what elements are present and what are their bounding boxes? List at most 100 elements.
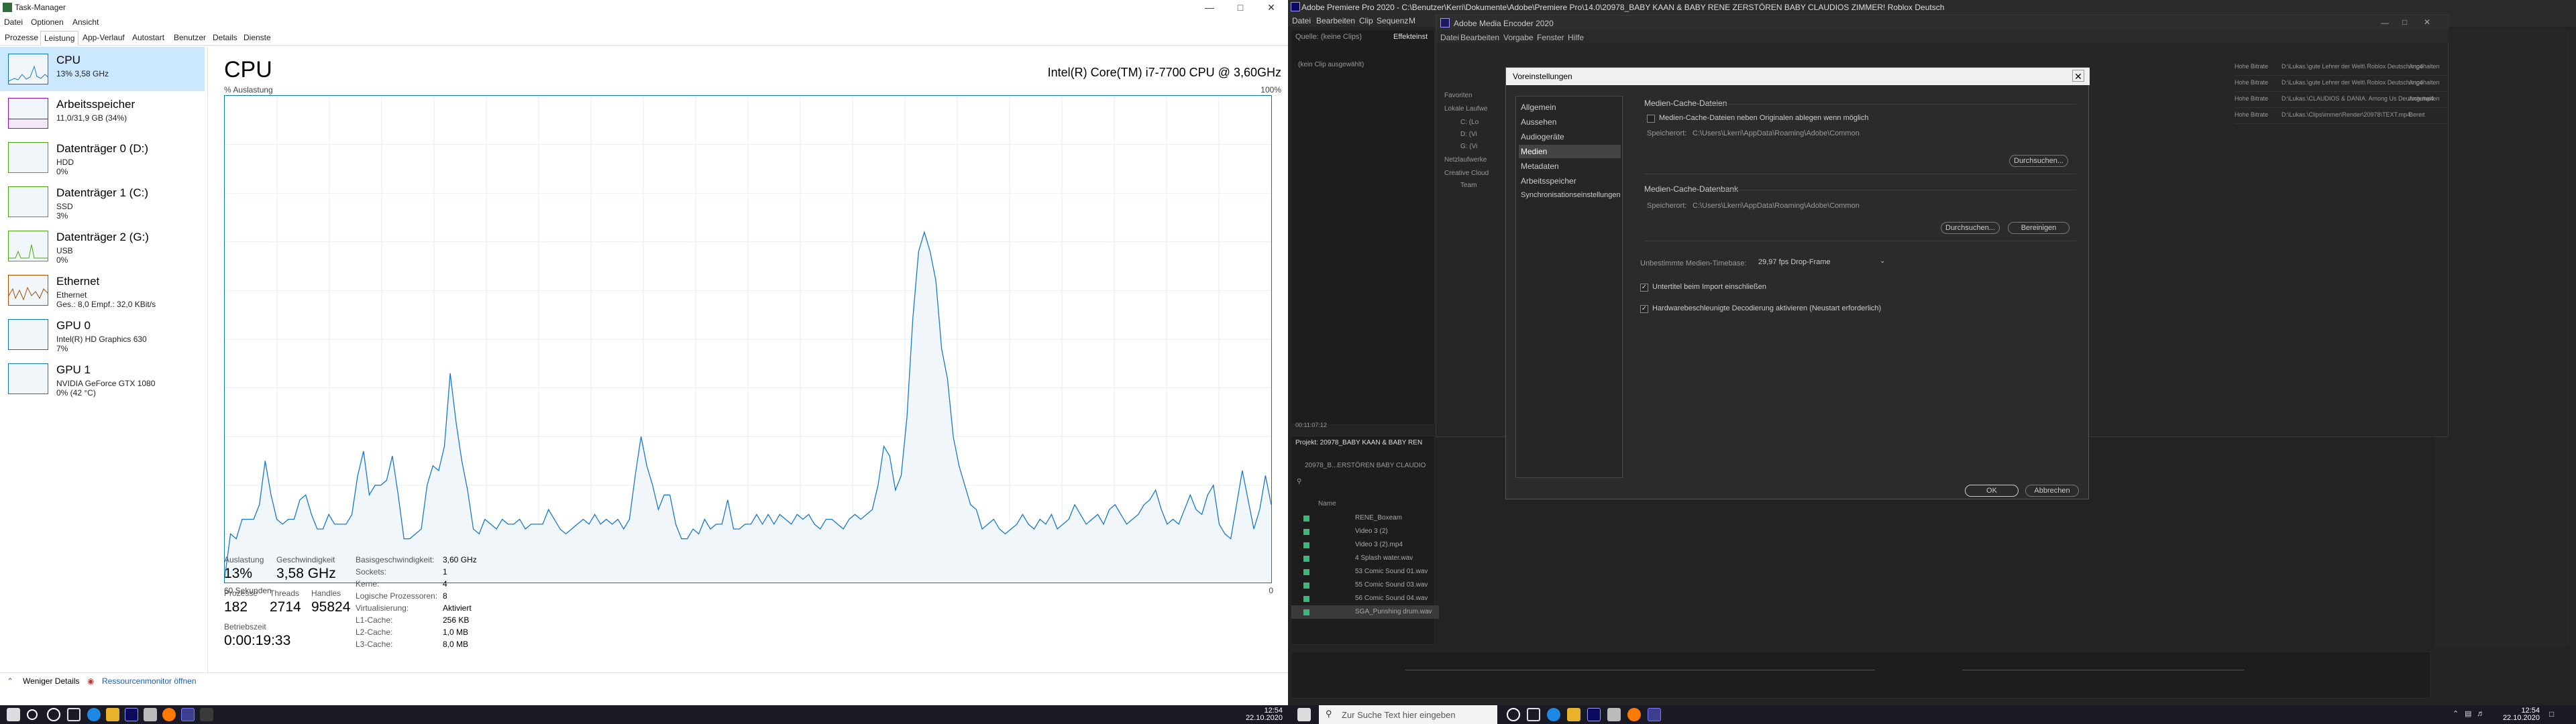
premiere-icon[interactable] [1587,708,1601,721]
cortana-icon[interactable] [1507,708,1520,721]
firefox-icon[interactable] [162,708,176,721]
sidebar-item-ethernet[interactable]: Ethernet Ethernet Ges.: 8,0 Empf.: 32,0 … [0,268,205,312]
queue-row[interactable]: Hohe Bitrate D:\Lukas.\gute Lehrer der W… [2235,60,2449,76]
source-tab[interactable]: Quelle: (keine Clips) [1295,33,1362,41]
nav-metadaten[interactable]: Metadaten [1519,160,1621,173]
start-icon[interactable] [1297,708,1311,721]
less-details-link[interactable]: Weniger Details [23,676,79,686]
explorer-icon[interactable] [106,708,119,721]
app-icon[interactable] [1607,708,1621,721]
close-icon[interactable]: ✕ [2072,70,2084,82]
sidebar-item-disk-1[interactable]: Datenträger 1 (C:) SSD 3% [0,180,205,224]
list-item[interactable]: SGA_Punshing drum.wav [1291,605,1439,619]
premiere-icon[interactable] [125,708,138,721]
list-item[interactable]: RENE_Boxeam [1291,511,1439,525]
drive-item[interactable]: C: (Lo [1460,119,1479,126]
start-icon[interactable] [7,708,20,721]
maximize-icon[interactable]: □ [2402,17,2407,27]
queue-row[interactable]: Hohe Bitrate D:\Lukas.\Clips\immer\Rende… [2235,108,2449,124]
menu-datei[interactable]: Datei [1292,16,1311,25]
menu-datei[interactable]: Datei [4,17,23,27]
nav-medien[interactable]: Medien [1519,145,1621,158]
menu-bearbeiten[interactable]: Bearbeiten [1460,33,1499,42]
tray-chevron-icon[interactable]: ⌃ [2453,709,2459,718]
less-details-icon[interactable]: ⌃ [7,676,13,686]
tab-dienste[interactable]: Dienste [240,31,274,46]
explorer-icon[interactable] [1567,708,1580,721]
team-item[interactable]: Team [1460,182,1477,189]
menu-bearbeiten[interactable]: Bearbeiten [1316,16,1355,25]
sidebar-item-disk-0[interactable]: Datenträger 0 (D:) HDD 0% [0,135,205,180]
tab-prozesse[interactable]: Prozesse [1,31,42,46]
name-column-header[interactable]: Name [1318,500,1336,507]
volume-icon[interactable]: ♬ [2477,709,2485,718]
sidebar-item-gpu-1[interactable]: GPU 1 NVIDIA GeForce GTX 1080 0% (42 °C) [0,357,205,401]
menu-ansicht[interactable]: Ansicht [72,17,99,27]
queue-row[interactable]: Hohe Bitrate D:\Lukas.\gute Lehrer der W… [2235,76,2449,92]
search-icon[interactable]: ⚲ [1297,478,1301,485]
clock[interactable]: 12:54 22.10.2020 [1242,707,1283,722]
cache-files-checkbox[interactable] [1647,115,1655,123]
ok-button[interactable]: OK [1965,485,2019,497]
list-item[interactable]: Video 3 (2) [1291,525,1439,538]
menu-optionen[interactable]: Optionen [31,17,64,27]
timebase-dropdown[interactable]: 29,97 fps Drop-Frame ⌄ [1756,257,1890,269]
browse-button[interactable]: Durchsuchen... [2009,155,2068,167]
cortana-icon[interactable] [47,708,60,721]
search-box[interactable]: ⚲ Zur Suche Text hier eingeben [1319,705,1497,724]
local-drives-label[interactable]: Lokale Laufwe [1444,105,1488,113]
queue-row[interactable]: Hohe Bitrate D:\Lukas.\CLAUDIOS & DANIA.… [2235,92,2449,108]
menu-sequenz[interactable]: Sequenz [1377,16,1408,25]
favorites-label[interactable]: Favoriten [1444,92,1472,99]
sidebar-item-memory[interactable]: Arbeitsspeicher 11,0/31,9 GB (34%) [0,91,205,135]
nav-allgemein[interactable]: Allgemein [1519,101,1621,114]
network-icon[interactable]: ▤ [2465,709,2471,718]
tab-app-verlauf[interactable]: App-Verlauf [79,31,128,46]
task-view-icon[interactable] [1527,708,1540,721]
cancel-button[interactable]: Abbrechen [2025,485,2079,497]
menu-more[interactable]: M [1409,16,1415,25]
project-tab[interactable]: Projekt: 20978_BABY KAAN & BABY REN [1295,439,1422,446]
list-item[interactable]: 55 Comic Sound 03.wav [1291,579,1439,592]
tab-details[interactable]: Details [209,31,241,46]
search-icon[interactable] [27,709,38,720]
nav-arbeitsspeicher[interactable]: Arbeitsspeicher [1519,174,1621,188]
task-view-icon[interactable] [67,708,80,721]
tab-leistung[interactable]: Leistung [40,31,79,46]
notification-icon[interactable]: □ [2549,709,2554,719]
xmp-checkbox[interactable]: ✓ [1640,284,1648,292]
drive-item[interactable]: G: (Vi [1460,143,1477,150]
creative-cloud-label[interactable]: Creative Cloud [1444,170,1489,177]
nav-audiogeraete[interactable]: Audiogeräte [1519,130,1621,143]
drive-item[interactable]: D: (Vi [1460,131,1477,138]
menu-fenster[interactable]: Fenster [1537,33,1564,42]
tab-benutzer[interactable]: Benutzer [170,31,209,46]
app-icon[interactable] [144,708,157,721]
app-icon[interactable] [200,708,213,721]
network-drives-label[interactable]: Netzlaufwerke [1444,156,1487,164]
resource-monitor-link[interactable]: Ressourcenmonitor öffnen [102,676,197,686]
list-item[interactable]: 53 Comic Sound 01.wav [1291,565,1439,579]
nav-synchronisation[interactable]: Synchronisationseinstellungen [1519,189,1621,202]
media-encoder-icon[interactable] [181,708,195,721]
list-item[interactable]: 4 Splash water.wav [1291,552,1439,565]
clean-button[interactable]: Bereinigen [2008,222,2070,234]
browse-db-button[interactable]: Durchsuchen... [1941,222,2000,234]
tab-autostart[interactable]: Autostart [129,31,168,46]
menu-vorgabe[interactable]: Vorgabe [1503,33,1534,42]
nav-aussehen[interactable]: Aussehen [1519,115,1621,129]
list-item[interactable]: 56 Comic Sound 04.wav [1291,592,1439,605]
media-encoder-icon[interactable] [1648,708,1661,721]
maximize-icon[interactable]: □ [1225,0,1256,15]
close-icon[interactable]: ✕ [2424,17,2430,27]
edge-icon[interactable] [87,708,101,721]
list-item[interactable]: Video 3 (2).mp4 [1291,538,1439,552]
sidebar-item-cpu[interactable]: CPU 13% 3,58 GHz [0,47,205,91]
edge-icon[interactable] [1547,708,1560,721]
minimize-icon[interactable]: — [2381,18,2389,27]
effect-controls-tab[interactable]: Effekteinst [1393,33,1428,41]
menu-datei[interactable]: Datei [1440,33,1459,42]
firefox-icon[interactable] [1627,708,1641,721]
sidebar-item-disk-2[interactable]: Datenträger 2 (G:) USB 0% [0,224,205,268]
sidebar-item-gpu-0[interactable]: GPU 0 Intel(R) HD Graphics 630 7% [0,312,205,357]
